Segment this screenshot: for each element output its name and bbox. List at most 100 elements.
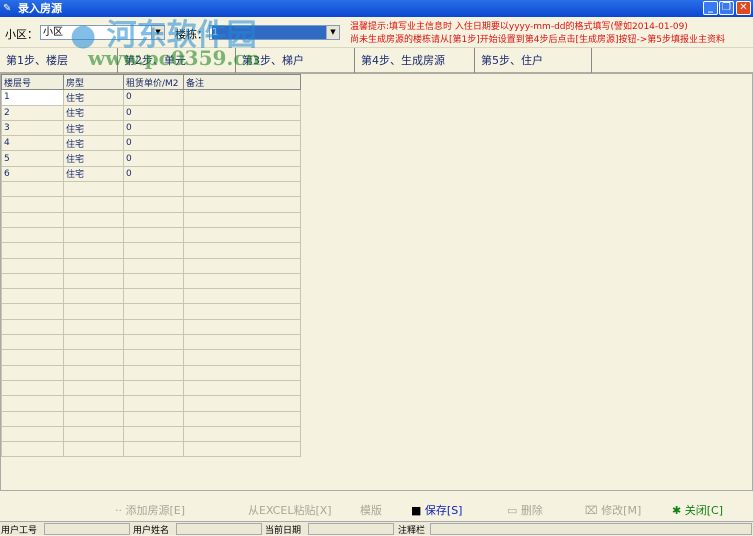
cell-floor[interactable] <box>1 334 64 351</box>
cell-type[interactable] <box>63 272 124 290</box>
cell-price[interactable] <box>123 334 184 351</box>
add-listing-button[interactable]: ·· 添加房源[E] <box>115 502 185 518</box>
table-row[interactable] <box>1 181 301 198</box>
table-row[interactable]: 3 住宅 0 <box>1 119 301 137</box>
cell-note[interactable] <box>183 104 301 121</box>
table-row[interactable] <box>1 272 301 290</box>
cell-price[interactable]: 0 <box>123 104 184 121</box>
cell-price[interactable] <box>123 303 184 320</box>
cell-note[interactable] <box>183 334 301 351</box>
cell-price[interactable] <box>123 410 184 427</box>
cell-floor[interactable]: 1 <box>1 89 64 106</box>
cell-price[interactable] <box>123 181 184 198</box>
table-row[interactable] <box>1 364 301 381</box>
cell-price[interactable]: 0 <box>123 135 184 152</box>
column-header-note[interactable]: 备注 <box>183 73 301 91</box>
cell-type[interactable] <box>63 242 124 259</box>
cell-note[interactable] <box>183 242 301 259</box>
cell-note[interactable] <box>183 379 301 397</box>
edit-button[interactable]: ⌧ 修改[M] <box>585 502 641 518</box>
cell-floor[interactable] <box>1 349 64 366</box>
table-row[interactable] <box>1 395 301 412</box>
cell-price[interactable] <box>123 318 184 336</box>
cell-note[interactable] <box>183 150 301 167</box>
cell-floor[interactable]: 2 <box>1 104 64 121</box>
table-row[interactable] <box>1 303 301 320</box>
delete-button[interactable]: ▭ 删除 <box>507 502 543 518</box>
cell-price[interactable] <box>123 288 184 305</box>
table-row[interactable] <box>1 379 301 397</box>
cell-type[interactable] <box>63 334 124 351</box>
cell-floor[interactable] <box>1 272 64 290</box>
community-select[interactable]: 小区 ▼ <box>40 25 165 40</box>
cell-note[interactable] <box>183 89 301 106</box>
table-row[interactable] <box>1 349 301 366</box>
cell-price[interactable] <box>123 395 184 412</box>
cell-type[interactable] <box>63 395 124 412</box>
template-button[interactable]: 模版 <box>360 502 382 518</box>
cell-price[interactable]: 0 <box>123 89 184 106</box>
cell-note[interactable] <box>183 181 301 198</box>
cell-floor[interactable]: 3 <box>1 119 64 137</box>
cell-type[interactable] <box>63 211 124 228</box>
cell-price[interactable] <box>123 364 184 381</box>
cell-note[interactable] <box>183 395 301 412</box>
cell-price[interactable] <box>123 211 184 228</box>
table-row[interactable] <box>1 226 301 244</box>
cell-price[interactable]: 0 <box>123 150 184 167</box>
building-select[interactable]: 1 ▼ <box>209 25 340 40</box>
table-row[interactable] <box>1 257 301 274</box>
column-header-price[interactable]: 租赁单价/M2 <box>123 73 184 91</box>
paste-excel-button[interactable]: 从EXCEL粘贴[X] <box>248 502 332 518</box>
cell-type[interactable] <box>63 196 124 213</box>
chevron-down-icon[interactable]: ▼ <box>151 26 164 39</box>
cell-floor[interactable] <box>1 211 64 228</box>
cell-floor[interactable]: 6 <box>1 165 64 183</box>
cell-note[interactable] <box>183 318 301 336</box>
cell-note[interactable] <box>183 226 301 244</box>
cell-price[interactable] <box>123 349 184 366</box>
cell-floor[interactable]: 5 <box>1 150 64 167</box>
cell-type[interactable] <box>63 303 124 320</box>
cell-floor[interactable] <box>1 441 64 458</box>
cell-floor[interactable] <box>1 242 64 259</box>
cell-type[interactable]: 住宅 <box>63 104 124 121</box>
cell-type[interactable] <box>63 364 124 381</box>
table-row[interactable] <box>1 242 301 259</box>
cell-note[interactable] <box>183 410 301 427</box>
tab-step-2[interactable]: 第2步、单元 <box>118 48 236 73</box>
cell-type[interactable]: 住宅 <box>63 135 124 152</box>
cell-type[interactable] <box>63 226 124 244</box>
cell-floor[interactable]: 4 <box>1 135 64 152</box>
cell-type[interactable] <box>63 410 124 427</box>
cell-type[interactable] <box>63 425 124 443</box>
table-row[interactable]: 6 住宅 0 <box>1 165 301 183</box>
cell-note[interactable] <box>183 257 301 274</box>
cell-floor[interactable] <box>1 303 64 320</box>
cell-type[interactable]: 住宅 <box>63 89 124 106</box>
minimize-button[interactable]: _ <box>703 1 718 15</box>
table-row[interactable] <box>1 441 301 458</box>
cell-price[interactable] <box>123 441 184 458</box>
table-row[interactable]: 4 住宅 0 <box>1 135 301 152</box>
cell-type[interactable]: 住宅 <box>63 165 124 183</box>
column-header-floor[interactable]: 楼层号 <box>1 73 64 91</box>
cell-floor[interactable] <box>1 364 64 381</box>
cell-floor[interactable] <box>1 181 64 198</box>
table-row[interactable]: 5 住宅 0 <box>1 150 301 167</box>
cell-floor[interactable] <box>1 379 64 397</box>
cell-price[interactable] <box>123 272 184 290</box>
cell-floor[interactable] <box>1 410 64 427</box>
cell-type[interactable] <box>63 318 124 336</box>
cell-note[interactable] <box>183 441 301 458</box>
cell-price[interactable] <box>123 226 184 244</box>
cell-floor[interactable] <box>1 196 64 213</box>
table-row[interactable]: 2 住宅 0 <box>1 104 301 121</box>
cell-note[interactable] <box>183 119 301 137</box>
cell-note[interactable] <box>183 165 301 183</box>
cell-note[interactable] <box>183 364 301 381</box>
tab-step-4[interactable]: 第4步、生成房源 <box>355 48 475 73</box>
cell-note[interactable] <box>183 272 301 290</box>
cell-type[interactable] <box>63 379 124 397</box>
cell-type[interactable] <box>63 349 124 366</box>
